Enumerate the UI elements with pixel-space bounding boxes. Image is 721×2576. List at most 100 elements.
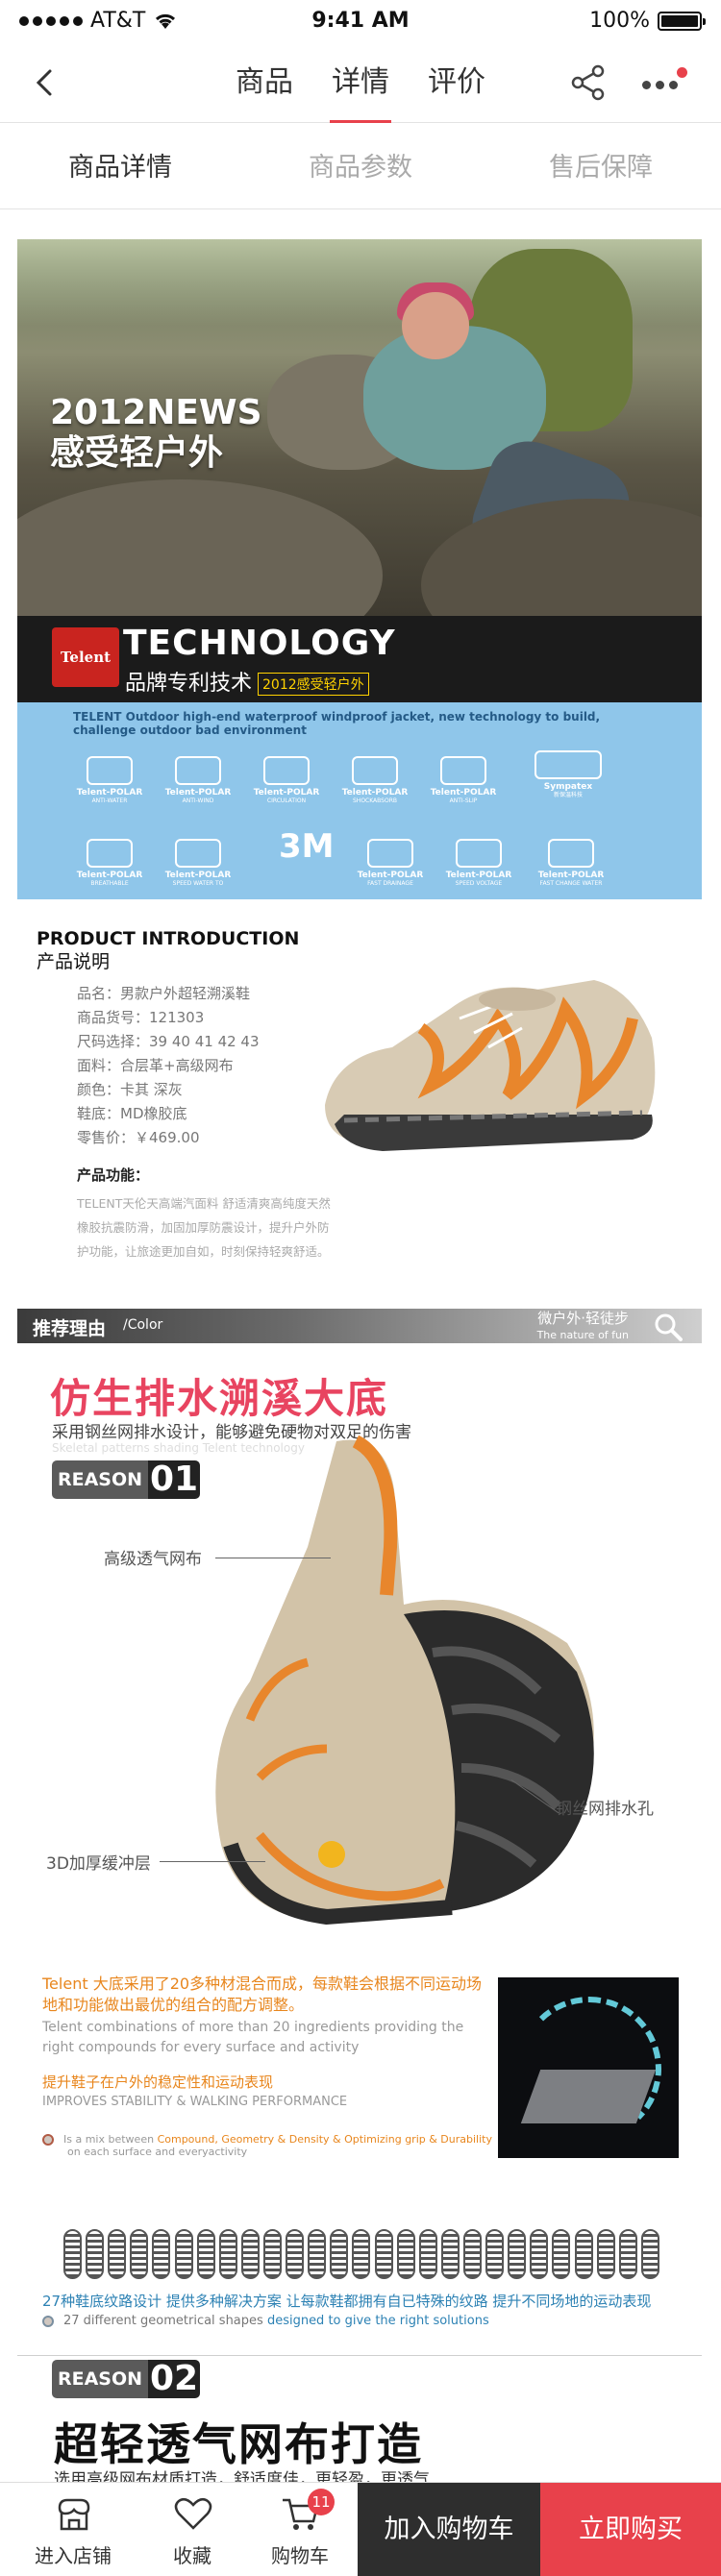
reason-badge-02: REASON > 02 — [52, 2360, 200, 2398]
compound-desc-en: Telent combinations of more than 20 ingr… — [42, 2020, 464, 2055]
technology-title: TECHNOLOGY — [123, 624, 396, 663]
nav-bar: 商品 详情 评价 — [0, 42, 721, 123]
tech-icon-anti-wind: Telent-POLAR ANTI-WIND — [163, 756, 233, 804]
tech-icon-breathable: Telent-POLAR BREATHABLE — [75, 839, 144, 887]
tab-reviews[interactable]: 评价 — [418, 42, 495, 123]
spec-item: 面料：合层革+高级网布 — [77, 1057, 234, 1074]
tech-icon-speed-water: Telent-POLAR SPEED WATER TO — [163, 839, 233, 887]
tech-icon-anti-slip: Telent-POLAR ANTI-SLIP — [429, 756, 498, 804]
feature2-title: 超轻透气网布打造 — [54, 2418, 423, 2470]
stability-cn: 提升鞋子在户外的稳定性和运动表现 — [42, 2073, 274, 2091]
intro-title-cn: 产品说明 — [37, 951, 111, 972]
function-description: TELENT天伦天高端汽面料 舒适清爽高纯度天然橡胶抗震防滑，加固加厚防震设计，… — [77, 1196, 331, 1259]
tread-pattern-icon — [196, 2229, 215, 2279]
tread-pattern-icon — [640, 2229, 659, 2279]
tread-pattern-icon — [108, 2229, 127, 2279]
favorite-button[interactable]: 收藏 — [144, 2483, 240, 2576]
nav-tabs: 商品 详情 评价 — [226, 42, 495, 123]
feature1-title: 仿生排水溯溪大底 — [50, 1375, 389, 1422]
bullet-icon — [42, 2134, 54, 2146]
spec-item: 鞋底：MD橡胶底 — [77, 1105, 187, 1122]
recommend-title: 推荐理由 — [33, 1318, 107, 1339]
tread-caption-cn: 27种鞋底纹路设计 提供多种解决方案 让每款鞋都拥有自已特殊的纹路 提升不同场地… — [42, 2293, 652, 2310]
tech-icon-circulation: Telent-POLAR CIRCULATION — [252, 756, 321, 804]
tread-pattern-icon — [396, 2229, 415, 2279]
spec-item: 颜色：卡其 深灰 — [77, 1081, 183, 1098]
share-icon[interactable] — [569, 63, 608, 102]
technology-subtitle: 品牌专利技术 2012感受轻户外 — [125, 666, 369, 697]
tab-details[interactable]: 详情 — [322, 42, 399, 123]
telent-logo: Telent — [52, 627, 119, 687]
spec-item: 零售价：￥469.00 — [77, 1129, 200, 1146]
sole-technology-image — [498, 1977, 679, 2158]
callout-line — [160, 1861, 265, 1862]
bullet-icon — [42, 2315, 54, 2327]
tread-pattern-icon — [485, 2229, 505, 2279]
store-icon — [58, 2498, 90, 2531]
add-to-cart-button[interactable]: 加入购物车 — [358, 2483, 540, 2576]
tread-pattern-icon — [462, 2229, 482, 2279]
cart-button[interactable]: 11 购物车 — [252, 2483, 348, 2576]
tread-pattern-icon — [308, 2229, 327, 2279]
tread-patterns-row — [63, 2229, 659, 2279]
tread-pattern-icon — [352, 2229, 371, 2279]
heart-icon — [174, 2497, 212, 2530]
technology-description: TELENT Outdoor high-end waterproof windp… — [73, 710, 601, 737]
intro-title-en: PRODUCT INTRODUCTION — [37, 928, 300, 949]
tread-pattern-icon — [418, 2229, 437, 2279]
tread-pattern-icon — [374, 2229, 393, 2279]
subtab-product-params[interactable]: 商品参数 — [240, 127, 481, 209]
recommend-title-en: /Color — [123, 1317, 163, 1333]
hero-title: 2012NEWS 感受轻户外 — [50, 393, 262, 474]
tech-icon-speed-voltage: Telent-POLAR SPEED VOLTAGE — [444, 839, 513, 887]
tech-icon-fast-change-water: Telent-POLAR FAST CHANGE WATER — [536, 839, 606, 887]
tab-goods[interactable]: 商品 — [226, 42, 303, 123]
hero-banner-image: 2012NEWS 感受轻户外 — [17, 239, 702, 616]
battery-icon — [658, 11, 706, 31]
tread-pattern-icon — [63, 2229, 82, 2279]
tread-pattern-icon — [174, 2229, 193, 2279]
tech-3m-badge: 3M — [279, 827, 335, 866]
section-divider — [17, 2355, 702, 2356]
tread-pattern-icon — [240, 2229, 260, 2279]
tread-pattern-icon — [440, 2229, 460, 2279]
tech-icon-fast-drainage: Telent-POLAR FAST DRAINAGE — [356, 839, 425, 887]
spec-list: 品名：男款户外超轻溯溪鞋 商品货号：121303 尺码选择：39 40 41 4… — [77, 982, 327, 1150]
technology-banner: Telent TECHNOLOGY 品牌专利技术 2012感受轻户外 — [17, 616, 702, 702]
subtab-after-sales[interactable]: 售后保障 — [481, 127, 721, 209]
recommend-slogan: 微户外·轻徒步 The nature of fun — [536, 1310, 629, 1342]
tread-pattern-icon — [86, 2229, 105, 2279]
tread-pattern-icon — [618, 2229, 637, 2279]
buy-now-button[interactable]: 立即购买 — [540, 2483, 721, 2576]
hero-title-line1: 2012NEWS — [50, 393, 262, 432]
tread-pattern-icon — [218, 2229, 237, 2279]
hero-title-line2: 感受轻户外 — [50, 433, 224, 473]
callout-drain-holes: 钢丝网排水孔 — [556, 1800, 654, 1819]
status-right: 100% — [589, 9, 706, 33]
more-icon[interactable] — [640, 67, 687, 102]
tech-icon-anti-water: Telent-POLAR ANTI-WATER — [75, 756, 144, 804]
subtab-product-details[interactable]: 商品详情 — [0, 127, 240, 209]
store-button[interactable]: 进入店铺 — [25, 2483, 121, 2576]
recommend-header: 推荐理由 /Color 微户外·轻徒步 The nature of fun — [17, 1309, 702, 1343]
tread-pattern-icon — [530, 2229, 549, 2279]
tread-caption-en: 27 different geometrical shapes designed… — [42, 2314, 489, 2328]
tread-pattern-icon — [262, 2229, 282, 2279]
status-bar: AT&T 9:41 AM 100% — [0, 0, 721, 42]
battery-percent: 100% — [589, 9, 650, 33]
tread-pattern-icon — [286, 2229, 305, 2279]
spec-item: 尺码选择：39 40 41 42 43 — [77, 1033, 260, 1050]
sub-tabs: 商品详情 商品参数 售后保障 — [0, 127, 721, 209]
tread-pattern-icon — [508, 2229, 527, 2279]
tread-pattern-icon — [130, 2229, 149, 2279]
bottom-action-bar: 进入店铺 收藏 11 购物车 加入购物车 立即购买 — [0, 2482, 721, 2576]
back-arrow-icon[interactable] — [29, 65, 63, 100]
notification-dot — [677, 67, 687, 78]
callout-cushion: 3D加厚缓冲层 — [46, 1854, 151, 1874]
spec-item: 商品货号：121303 — [77, 1009, 205, 1026]
cart-count-badge: 11 — [308, 2489, 335, 2515]
tech-icon-sympatex: Sympatex 新保温科技 — [525, 750, 611, 798]
product-shoe-image — [325, 980, 656, 1151]
technology-tag: 2012感受轻户外 — [258, 673, 369, 696]
technology-icons-panel: TELENT Outdoor high-end waterproof windp… — [17, 702, 702, 899]
